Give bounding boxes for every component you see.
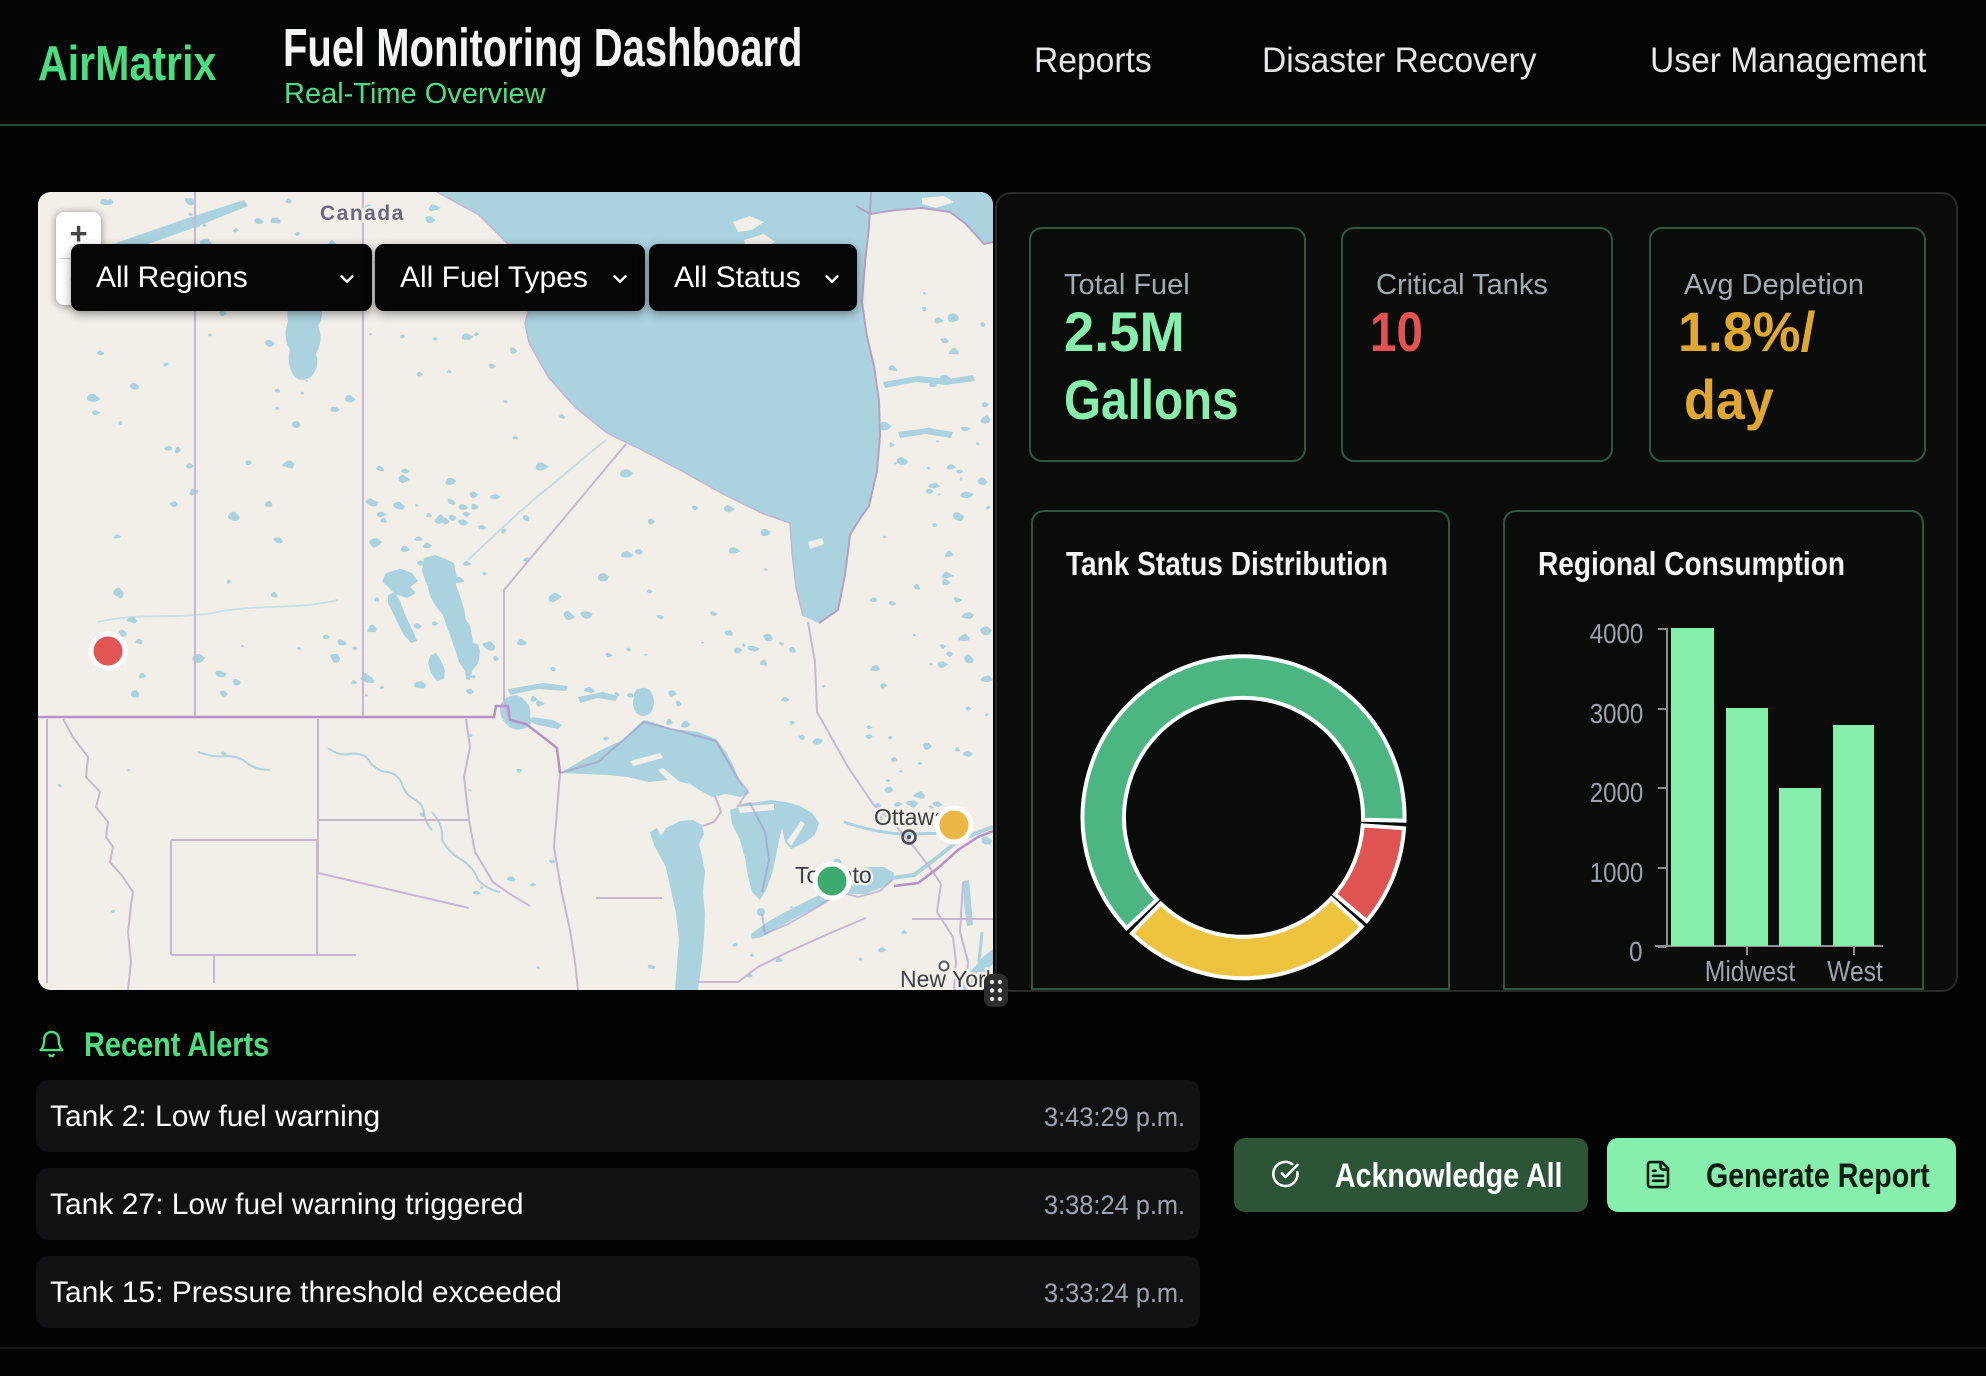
- svg-text:Canada: Canada: [320, 202, 405, 225]
